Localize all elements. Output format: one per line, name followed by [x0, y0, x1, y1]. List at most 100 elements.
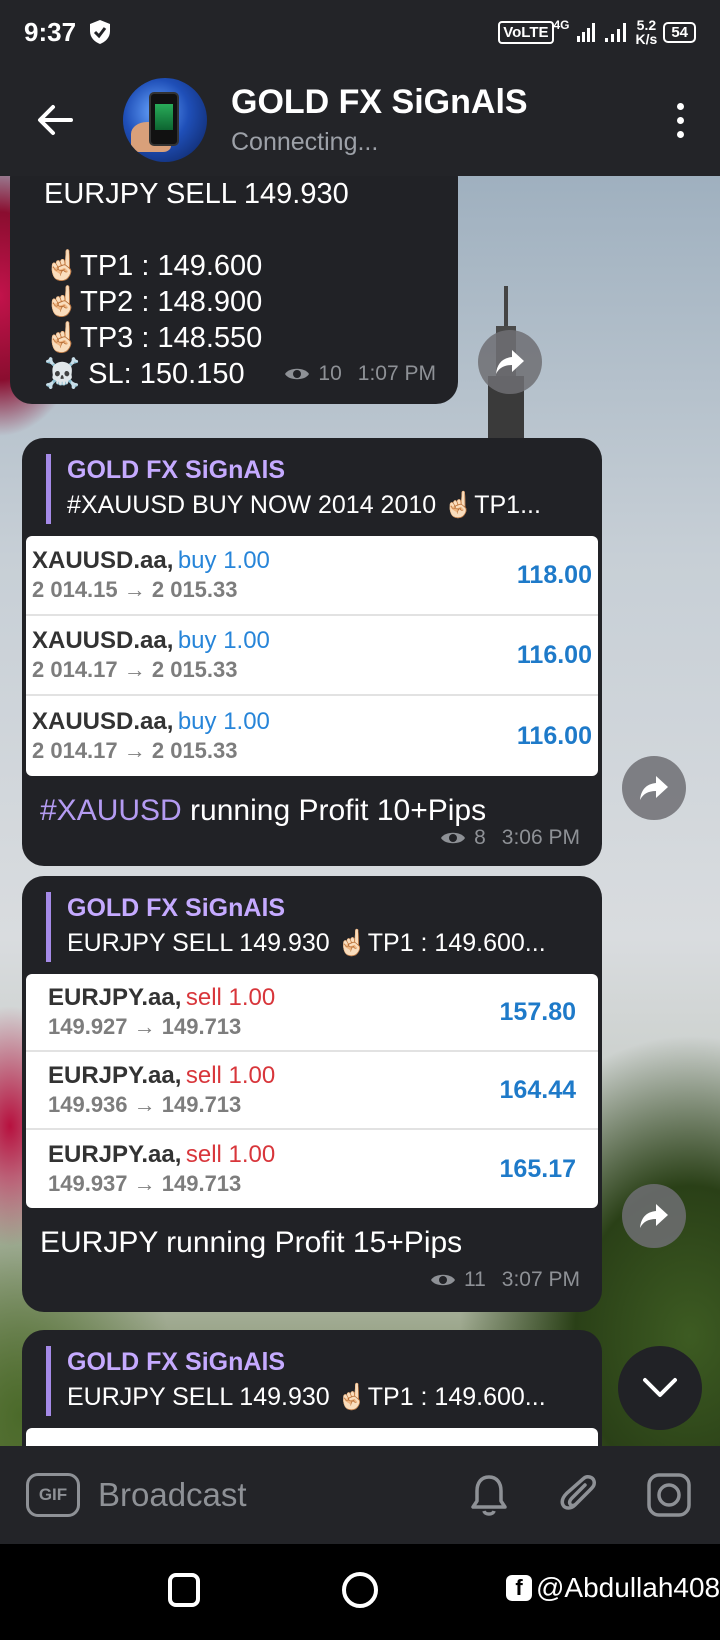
- trade-symbol: XAUUSD.aa,: [32, 547, 174, 574]
- caption-text: running Profit 10+Pips: [181, 794, 487, 827]
- trade-profit: 116.00: [516, 721, 592, 750]
- reply-text: EURJPY SELL 149.930 ☝🏻TP1 : 149.600...: [67, 929, 546, 957]
- message-time: 3:07 PM: [501, 1268, 580, 1291]
- trade-row: XAUUSD.aa, buy 1.00 2 014.17 → 2 015.33 …: [26, 616, 598, 696]
- trade-row: XAUUSD.aa, buy 1.00 2 014.17 → 2 015.33 …: [26, 696, 598, 776]
- home-button[interactable]: [342, 1572, 378, 1608]
- view-count: 10: [318, 362, 342, 385]
- trade-symbol: XAUUSD.aa,: [32, 627, 174, 654]
- message-caption: EURJPY running Profit 15+Pips: [40, 1226, 463, 1259]
- reply-author: GOLD FX SiGnAlS: [67, 456, 286, 484]
- message-line: ☝🏻TP3 : 148.550: [44, 322, 263, 354]
- reply-text: EURJPY SELL 149.930 ☝🏻TP1 : 149.600...: [67, 1383, 546, 1411]
- forward-icon: [640, 1204, 668, 1228]
- trade-symbol: XAUUSD.aa,: [32, 708, 174, 735]
- input-bar: GIF Broadcast: [0, 1446, 720, 1544]
- more-vert-icon: [676, 102, 684, 110]
- camera-icon: [647, 1473, 691, 1517]
- more-options-button[interactable]: [668, 95, 692, 145]
- trade-prices: 2 014.17 → 2 015.33: [32, 657, 238, 682]
- eye-icon: [441, 832, 466, 844]
- net-speed: 5.2 K/s: [636, 18, 658, 46]
- trade-row: EURJPY.aa, sell 1.00 149.927 → 149.713 1…: [26, 974, 598, 1052]
- message-caption: #XAUUSD running Profit 10+Pips: [22, 776, 602, 828]
- reply-preview[interactable]: GOLD FX SiGnAlS EURJPY SELL 149.930 ☝🏻TP…: [46, 1346, 582, 1416]
- forward-button[interactable]: [622, 756, 686, 820]
- volte-indicator: VoLTE: [498, 20, 554, 44]
- message-meta: 10 1:07 PM: [284, 362, 436, 386]
- system-nav-bar: f @Abdullah408: [0, 1544, 720, 1640]
- gif-button[interactable]: GIF: [26, 1473, 80, 1517]
- forward-icon: [640, 776, 668, 800]
- broadcast-input[interactable]: Broadcast: [98, 1476, 247, 1514]
- paperclip-icon: [560, 1475, 596, 1510]
- scroll-down-button[interactable]: [618, 1346, 702, 1430]
- reply-preview[interactable]: GOLD FX SiGnAlS #XAUUSD BUY NOW 2014 201…: [46, 454, 582, 524]
- message-time: 3:06 PM: [501, 826, 580, 849]
- trade-profit: 164.44: [499, 1075, 576, 1104]
- message-bubble[interactable]: GOLD FX SiGnAlS EURJPY SELL 149.930 ☝🏻TP…: [22, 1330, 602, 1446]
- facebook-icon: f: [506, 1575, 532, 1601]
- message-meta: 11 3:07 PM: [430, 1268, 580, 1292]
- camera-button[interactable]: [646, 1472, 692, 1518]
- trade-screenshot[interactable]: [26, 1428, 598, 1446]
- trade-prices: 149.937 → 149.713: [48, 1171, 242, 1196]
- trade-direction: buy 1.00: [177, 708, 270, 735]
- trade-direction: buy 1.00: [177, 627, 270, 654]
- chat-title: GOLD FX SiGnAlS: [231, 83, 528, 121]
- message-meta: 8 3:06 PM: [440, 826, 580, 850]
- forward-icon: [496, 350, 524, 374]
- trade-profit: 157.80: [499, 997, 576, 1026]
- trade-profit: 116.00: [516, 640, 592, 669]
- hashtag-link[interactable]: #XAUUSD: [40, 794, 182, 827]
- chat-header: GOLD FX SiGnAlS Connecting...: [0, 64, 720, 176]
- watermark: f @Abdullah408: [506, 1572, 720, 1604]
- net-speed-value: 5.2: [636, 17, 657, 33]
- trade-direction: sell 1.00: [185, 984, 276, 1011]
- message-bubble[interactable]: EURJPY SELL 149.930 ☝🏻TP1 : 149.600 ☝🏻TP…: [10, 176, 458, 404]
- watermark-text: @Abdullah408: [536, 1572, 720, 1603]
- message-line: EURJPY SELL 149.930: [44, 178, 349, 210]
- back-arrow-icon: [38, 105, 73, 135]
- trade-prices: 149.936 → 149.713: [48, 1092, 242, 1117]
- trade-row: EURJPY.aa, sell 1.00 149.937 → 149.713 1…: [26, 1130, 598, 1208]
- status-indicators: VoLTE 4G 5.2 K/s 54: [498, 18, 696, 46]
- forward-button[interactable]: [478, 330, 542, 394]
- status-bar: 9:37 VoLTE 4G 5.2 K/s 54: [0, 0, 720, 64]
- recents-button[interactable]: [168, 1573, 200, 1607]
- forward-button[interactable]: [622, 1184, 686, 1248]
- trade-screenshot[interactable]: XAUUSD.aa, buy 1.00 2 014.15 → 2 015.33 …: [26, 536, 598, 776]
- reply-text: #XAUUSD BUY NOW 2014 2010 ☝🏻TP1...: [67, 491, 541, 519]
- trade-row: XAUUSD.aa, buy 1.00 2 014.15 → 2 015.33 …: [26, 536, 598, 616]
- trade-symbol: EURJPY.aa,: [48, 1062, 182, 1089]
- battery-indicator: 54: [663, 21, 696, 43]
- trade-direction: buy 1.00: [177, 547, 270, 574]
- trade-profit: 118.00: [516, 560, 592, 589]
- status-time: 9:37: [24, 16, 77, 47]
- chevron-down-icon: [643, 1378, 677, 1397]
- signal-icon-2: [604, 23, 626, 42]
- network-gen: 4G: [553, 18, 570, 32]
- mute-button[interactable]: [466, 1472, 512, 1518]
- reply-preview[interactable]: GOLD FX SiGnAlS EURJPY SELL 149.930 ☝🏻TP…: [46, 892, 582, 962]
- message-line: ☝🏻TP1 : 149.600: [44, 250, 263, 282]
- chat-area[interactable]: EURJPY SELL 149.930 ☝🏻TP1 : 149.600 ☝🏻TP…: [0, 176, 720, 1446]
- eye-icon: [285, 368, 310, 380]
- trade-row: EURJPY.aa, sell 1.00 149.936 → 149.713 1…: [26, 1052, 598, 1130]
- reply-author: GOLD FX SiGnAlS: [67, 1348, 286, 1376]
- trade-prices: 2 014.17 → 2 015.33: [32, 738, 238, 763]
- chat-title-block[interactable]: GOLD FX SiGnAlS Connecting...: [231, 83, 528, 157]
- attach-button[interactable]: [556, 1472, 602, 1518]
- trade-symbol: EURJPY.aa,: [48, 1141, 182, 1168]
- back-button[interactable]: [25, 90, 85, 150]
- message-bubble[interactable]: GOLD FX SiGnAlS #XAUUSD BUY NOW 2014 201…: [22, 438, 602, 866]
- view-count: 11: [463, 1268, 486, 1291]
- message-time: 1:07 PM: [357, 362, 436, 385]
- reply-author: GOLD FX SiGnAlS: [67, 894, 286, 922]
- trade-screenshot[interactable]: EURJPY.aa, sell 1.00 149.927 → 149.713 1…: [26, 974, 598, 1208]
- chat-status: Connecting...: [231, 128, 379, 156]
- message-bubble[interactable]: GOLD FX SiGnAlS EURJPY SELL 149.930 ☝🏻TP…: [22, 876, 602, 1312]
- signal-icon: [576, 23, 595, 42]
- channel-avatar[interactable]: [123, 78, 207, 162]
- bell-icon: [471, 1475, 507, 1516]
